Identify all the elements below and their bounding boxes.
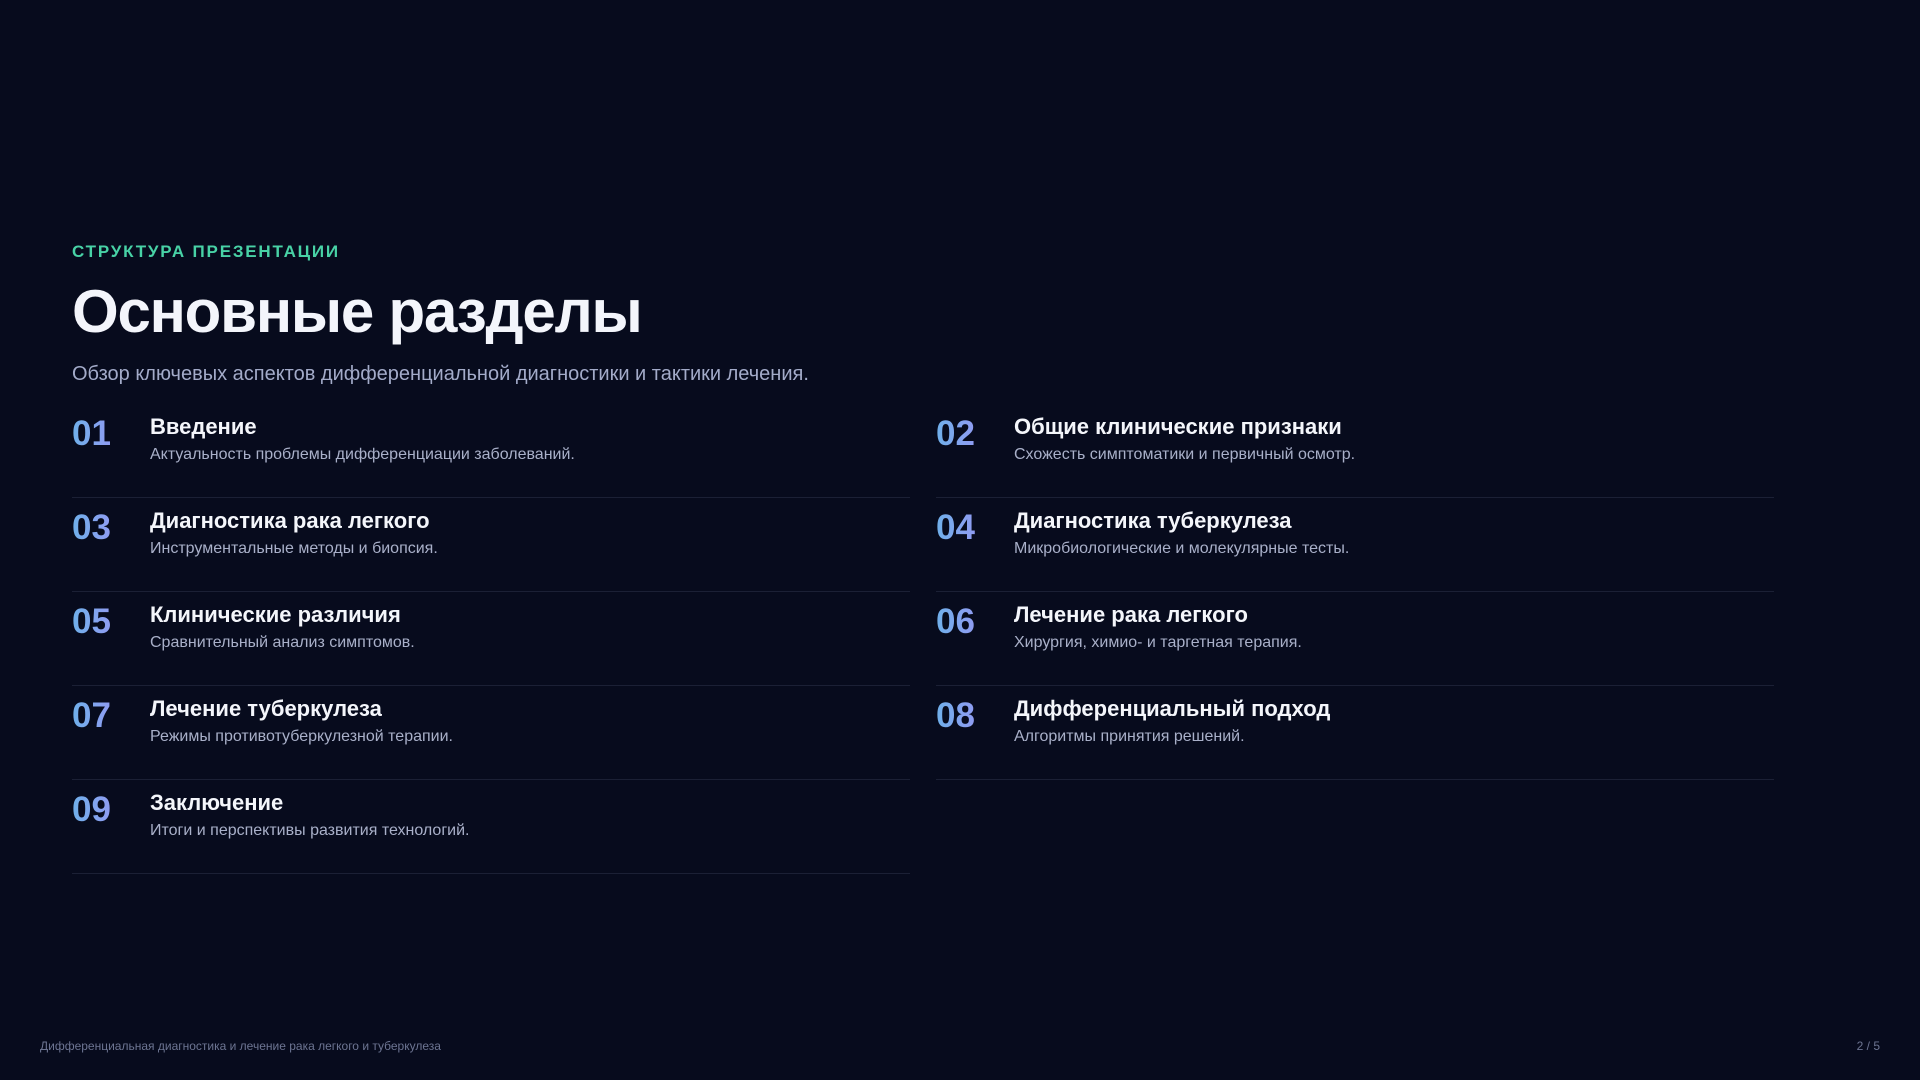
section-description: Хирургия, химио- и таргетная терапия.	[1014, 634, 1302, 651]
section-item-08: 08 Дифференциальный подход Алгоритмы при…	[936, 686, 1774, 780]
section-item-06: 06 Лечение рака легкого Хирургия, химио-…	[936, 592, 1774, 686]
section-description: Сравнительный анализ симптомов.	[150, 634, 415, 651]
section-number: 09	[72, 788, 111, 832]
section-number: 02	[936, 412, 975, 456]
section-number: 01	[72, 412, 111, 456]
section-number: 06	[936, 600, 975, 644]
section-item-04: 04 Диагностика туберкулеза Микробиологич…	[936, 498, 1774, 592]
section-description: Алгоритмы принятия решений.	[1014, 728, 1245, 745]
section-number: 05	[72, 600, 111, 644]
section-description: Микробиологические и молекулярные тесты.	[1014, 540, 1350, 557]
section-description: Инструментальные методы и биопсия.	[150, 540, 438, 557]
page-indicator: 2 / 5	[1856, 1039, 1880, 1053]
footer-presentation-title: Дифференциальная диагностика и лечение р…	[40, 1039, 441, 1053]
section-item-09: 09 Заключение Итоги и перспективы развит…	[72, 780, 910, 874]
section-item-01: 01 Введение Актуальность проблемы диффер…	[72, 404, 910, 498]
sections-list: 01 Введение Актуальность проблемы диффер…	[72, 404, 1774, 874]
section-title: Заключение	[150, 790, 284, 815]
section-item-03: 03 Диагностика рака легкого Инструментал…	[72, 498, 910, 592]
page-title: Основные разделы	[72, 278, 643, 345]
slide-header: СТРУКТУРА ПРЕЗЕНТАЦИИ Основные разделы О…	[72, 240, 1772, 388]
section-description: Актуальность проблемы дифференциации заб…	[150, 446, 575, 463]
section-number: 04	[936, 506, 975, 550]
section-title: Лечение рака легкого	[1014, 602, 1248, 627]
section-item-07: 07 Лечение туберкулеза Режимы противотуб…	[72, 686, 910, 780]
section-number: 07	[72, 694, 111, 738]
section-item-02: 02 Общие клинические признаки Схожесть с…	[936, 404, 1774, 498]
section-title: Клинические различия	[150, 602, 401, 627]
section-description: Режимы противотуберкулезной терапии.	[150, 728, 453, 745]
section-title: Введение	[150, 414, 257, 439]
eyebrow-label: СТРУКТУРА ПРЕЗЕНТАЦИИ	[72, 242, 340, 261]
section-title: Лечение туберкулеза	[150, 696, 382, 721]
section-number: 03	[72, 506, 111, 550]
section-description: Схожесть симптоматики и первичный осмотр…	[1014, 446, 1356, 463]
page-subtitle: Обзор ключевых аспектов дифференциальной…	[72, 363, 809, 385]
section-number: 08	[936, 694, 975, 738]
section-title: Общие клинические признаки	[1014, 414, 1342, 439]
section-title: Дифференциальный подход	[1014, 696, 1331, 721]
slide: СТРУКТУРА ПРЕЗЕНТАЦИИ Основные разделы О…	[0, 0, 1920, 1080]
section-description: Итоги и перспективы развития технологий.	[150, 822, 470, 839]
section-item-05: 05 Клинические различия Сравнительный ан…	[72, 592, 910, 686]
section-title: Диагностика туберкулеза	[1014, 508, 1292, 533]
section-title: Диагностика рака легкого	[150, 508, 430, 533]
